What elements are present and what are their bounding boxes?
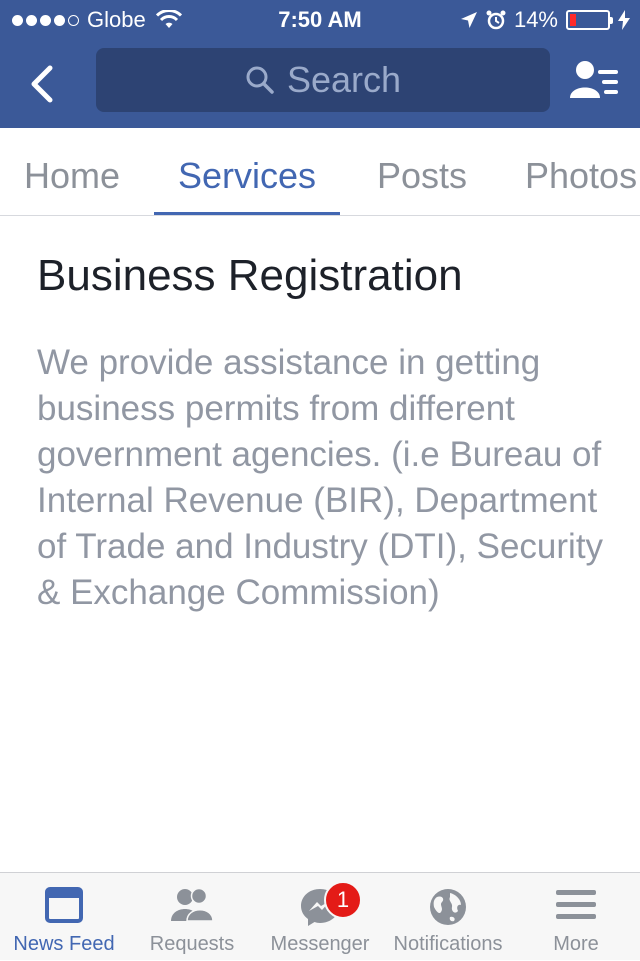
status-bar: Globe 7:50 AM 14% — [0, 0, 640, 40]
bottom-tab-notifications[interactable]: Notifications — [384, 873, 512, 961]
top-bar: Globe 7:50 AM 14% Search — [0, 0, 640, 128]
tab-home[interactable]: Home — [24, 128, 120, 215]
bottom-tab-requests[interactable]: Requests — [128, 873, 256, 961]
messenger-badge: 1 — [324, 881, 362, 919]
bottom-tab-messenger[interactable]: 1 Messenger — [256, 873, 384, 961]
friend-requests-icon — [171, 887, 214, 922]
service-title: Business Registration — [37, 251, 463, 300]
battery-icon — [566, 10, 613, 30]
globe-icon — [430, 889, 466, 925]
page-tabs: Home Services Posts Photos — [0, 128, 640, 216]
search-input[interactable]: Search — [96, 48, 550, 112]
alarm-clock-icon — [486, 10, 506, 30]
menu-icon — [556, 890, 596, 919]
tab-posts[interactable]: Posts — [377, 128, 467, 215]
news-feed-icon — [45, 887, 83, 923]
service-description: We provide assistance in getting busines… — [37, 343, 604, 612]
bottom-tab-news-feed[interactable]: News Feed — [0, 873, 128, 961]
bottom-tab-bar: News Feed Requests 1 Messenger Notificat… — [0, 872, 640, 960]
location-arrow-icon — [460, 12, 477, 28]
service-detail: Business Registration We provide assista… — [37, 248, 617, 616]
navigation-bar: Search — [0, 40, 640, 128]
tab-photos[interactable]: Photos — [525, 128, 637, 215]
battery-percentage: 14% — [513, 7, 558, 32]
back-chevron-icon[interactable] — [20, 60, 68, 108]
search-placeholder: Search — [286, 59, 402, 100]
tab-services[interactable]: Services — [153, 128, 341, 215]
search-icon — [246, 66, 274, 94]
friends-list-icon[interactable] — [568, 56, 620, 108]
charging-bolt-icon — [618, 10, 630, 30]
bottom-tab-more[interactable]: More — [512, 873, 640, 961]
